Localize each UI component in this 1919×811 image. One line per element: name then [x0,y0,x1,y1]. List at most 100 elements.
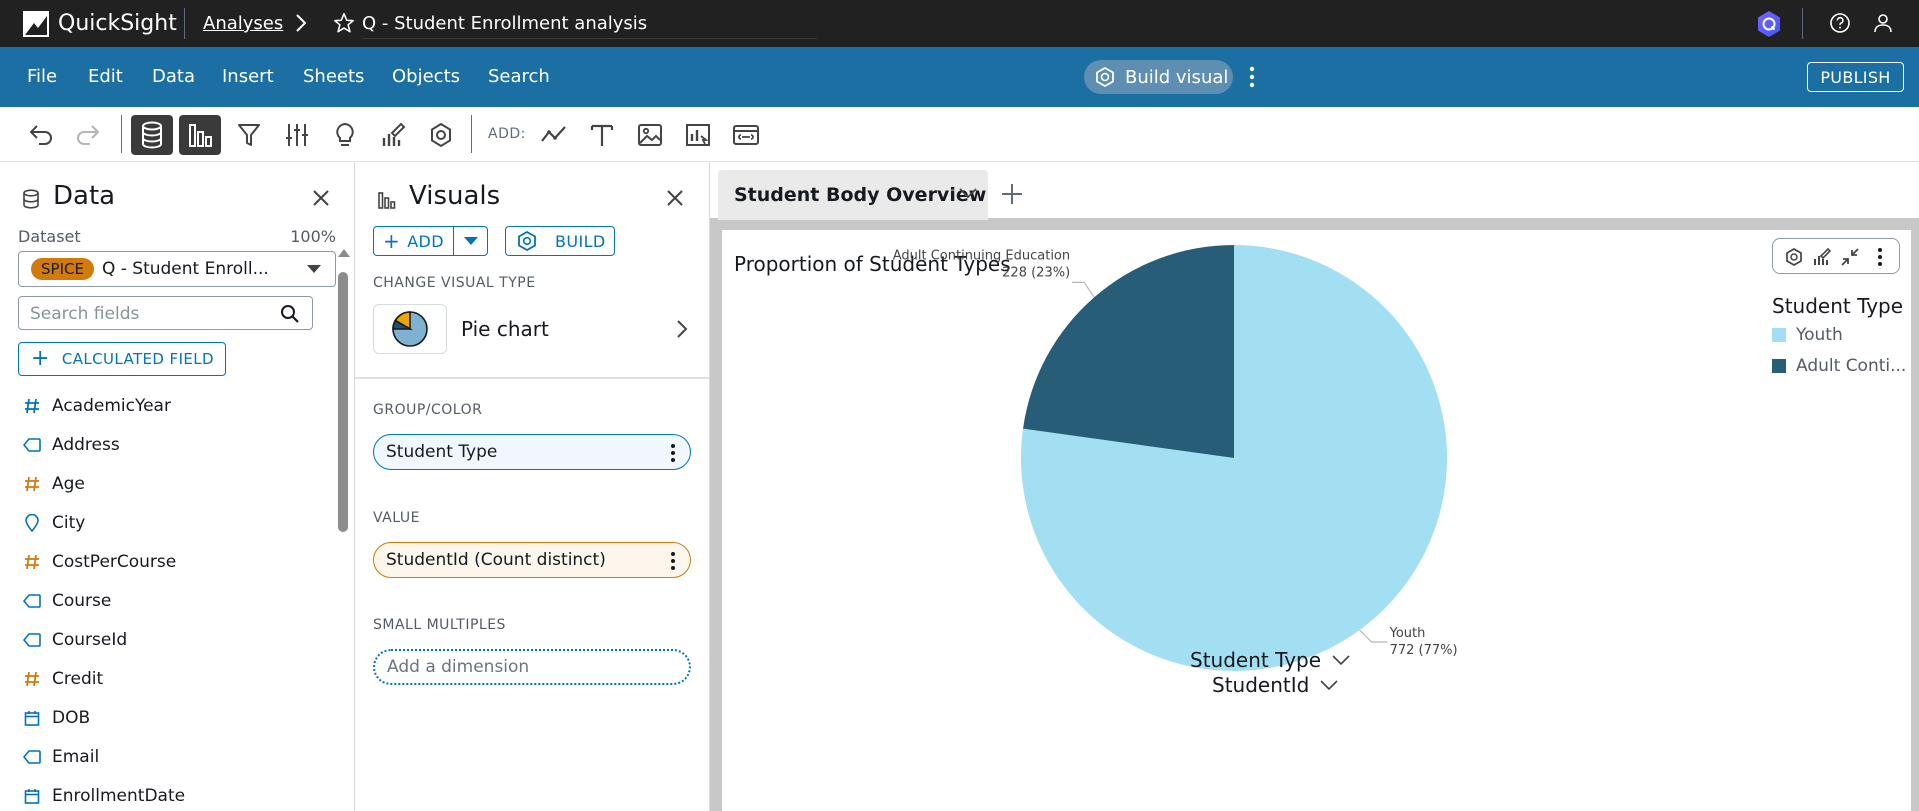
visual-more-button[interactable] [1869,246,1891,268]
quicksight-logo-icon[interactable] [22,10,50,38]
number-icon [22,474,42,494]
visual-collapse-button[interactable] [1839,246,1861,268]
chevron-down-icon[interactable] [958,186,978,200]
search-fields-input[interactable]: Search fields [18,296,313,330]
leader-line-adult [1072,281,1095,298]
brand-name[interactable]: QuickSight [58,10,177,38]
menu-insert[interactable]: Insert [222,65,274,89]
menu-search[interactable]: Search [488,65,550,89]
visual-canvas[interactable]: Proportion of Student Types Adult Contin… [722,230,1911,811]
amazon-q-icon [1096,67,1114,87]
add-image-button[interactable] [634,119,666,151]
image-icon [638,124,662,146]
redo-button[interactable] [72,119,104,151]
data-label-adult-value: 228 (23%) [1002,265,1070,280]
amazon-q-outline-icon [1786,248,1802,266]
field-item[interactable]: DOB [22,704,90,732]
field-item[interactable]: Email [22,743,99,771]
visuals-pane-toggle[interactable] [179,115,221,155]
breadcrumb-analyses[interactable]: Analyses [203,12,283,36]
toolbar: ADD: [0,107,1919,162]
calendar-icon [22,708,42,728]
amazon-q-icon[interactable] [1755,10,1783,38]
group-by-axis-text: Student Type [1190,648,1322,672]
filter-button[interactable] [233,119,265,151]
line-chart-icon [541,126,566,142]
more-options-icon[interactable] [1245,64,1259,90]
dataset-select[interactable]: SPICE Q - Student Enroll... [18,251,336,287]
menu-data[interactable]: Data [152,65,195,89]
help-icon[interactable] [1829,12,1851,34]
field-name: DOB [52,708,91,728]
filter-icon [238,124,260,146]
chevron-right-icon [677,320,688,338]
value-field-well[interactable]: StudentId (Count distinct) [373,542,691,578]
star-icon[interactable] [333,12,355,34]
analysis-title[interactable]: Q - Student Enrollment analysis [362,12,647,36]
group-by-axis-label[interactable]: Student Type [1190,648,1351,672]
field-item[interactable]: Credit [22,665,103,693]
pie-chart-thumbnail [373,304,447,354]
build-visual-button[interactable]: Build visual [1084,60,1233,94]
add-embed-button[interactable] [730,119,762,151]
parameters-button[interactable] [281,119,313,151]
scroll-up-arrow-icon[interactable] [337,248,351,258]
sliders-icon [286,124,308,146]
legend-item-youth[interactable]: Youth [1772,324,1843,346]
menu-objects[interactable]: Objects [392,65,460,89]
legend-item-adult[interactable]: Adult Conti... [1772,355,1906,377]
field-item[interactable]: City [22,509,85,537]
field-item[interactable]: CourseId [22,626,127,654]
sheet-tab[interactable]: Student Body Overview [718,170,988,220]
topbar-divider-right [1802,8,1803,39]
build-button[interactable]: BUILD [505,226,615,256]
add-text-button[interactable] [586,119,618,151]
undo-button[interactable] [25,119,57,151]
value-label: VALUE [373,510,420,526]
add-visual-dropdown[interactable] [454,227,487,255]
menu-file[interactable]: File [27,65,57,89]
leader-line-youth [1359,629,1388,643]
visual-q-button[interactable] [1783,246,1805,268]
close-icon[interactable] [310,187,332,209]
field-item[interactable]: AcademicYear [22,392,171,420]
field-item[interactable]: EnrollmentDate [22,782,185,810]
data-label-youth-category: Youth [1389,626,1426,641]
close-icon[interactable] [664,187,686,209]
add-visual-button[interactable]: + ADD [374,227,454,255]
legend-label: Adult Conti... [1796,356,1907,376]
menu-sheets[interactable]: Sheets [303,65,364,89]
calculated-field-button[interactable]: + CALCULATED FIELD [18,342,226,376]
field-options-icon[interactable] [670,443,676,463]
field-options-icon[interactable] [670,551,676,571]
menu-edit[interactable]: Edit [88,65,123,89]
pie-chart[interactable]: Adult Continuing Education 228 (23%) Youth… [722,230,1762,811]
visual-format-button[interactable] [1811,246,1833,268]
add-sheet-icon[interactable] [1000,182,1024,206]
field-item[interactable]: CostPerCourse [22,548,176,576]
amazon-q-toolbar-button[interactable] [425,119,457,151]
field-name: CourseId [52,630,128,650]
user-icon[interactable] [1872,12,1894,34]
field-name: Email [52,747,100,767]
change-visual-type-label: CHANGE VISUAL TYPE [373,275,536,291]
field-item[interactable]: Address [22,431,120,459]
visual-type-selector[interactable]: Pie chart [373,302,710,356]
small-multiples-label: SMALL MULTIPLES [373,617,506,633]
location-pin-icon [22,513,42,533]
field-item[interactable]: Age [22,470,85,498]
add-insight-button[interactable] [682,119,714,151]
field-item[interactable]: Course [22,587,111,615]
format-button[interactable] [377,119,409,151]
build-label: BUILD [555,231,606,251]
small-multiples-field-well[interactable]: Add a dimension [373,649,691,685]
insights-button[interactable] [329,119,361,151]
field-name: City [52,513,86,533]
data-pane-toggle[interactable] [131,115,173,155]
publish-button[interactable]: PUBLISH [1807,62,1904,92]
value-axis-label[interactable]: StudentId [1212,673,1339,697]
visuals-pane: Visuals + ADD BUILD CHANGE VISUAL TYPE P… [355,162,710,811]
scrollbar-thumb[interactable] [338,272,348,532]
add-line-button[interactable] [538,119,570,151]
group-color-field-well[interactable]: Student Type [373,434,691,470]
